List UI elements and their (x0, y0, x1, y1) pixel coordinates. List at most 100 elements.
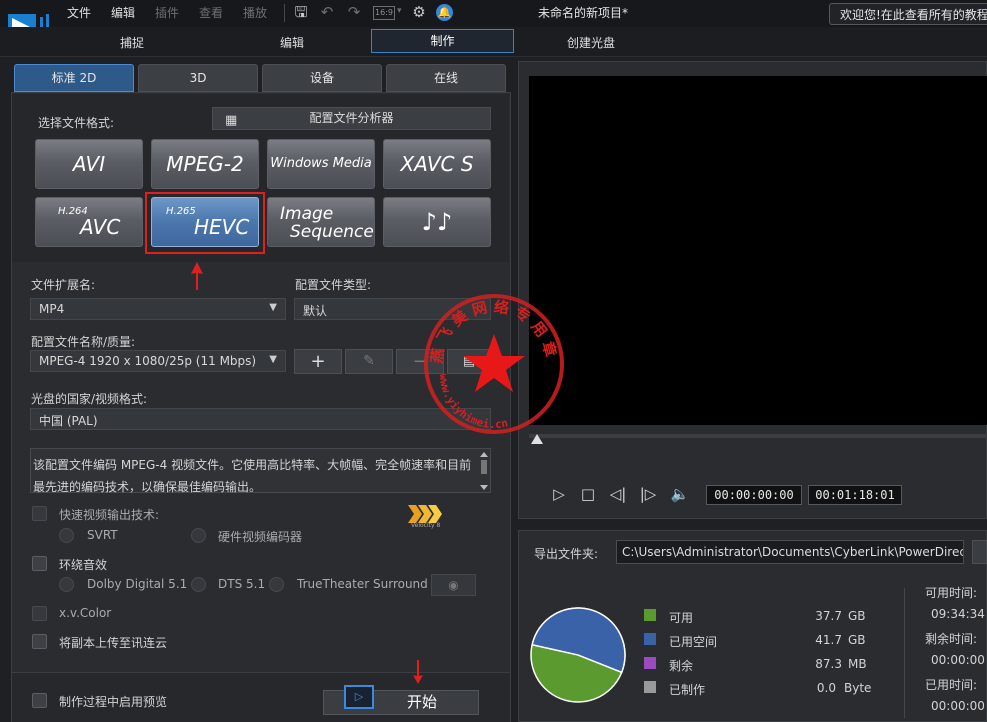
menu-play[interactable]: 播放 (243, 4, 267, 21)
fast-render-checkbox[interactable] (32, 506, 47, 521)
format-avi-label: AVI (72, 152, 106, 176)
legend-swatch-available (644, 609, 656, 621)
next-frame-icon[interactable]: |▷ (638, 484, 658, 504)
menu-edit[interactable]: 编辑 (111, 4, 135, 21)
region-format-value: 中国 (PAL) (39, 414, 98, 428)
legend-swatch-produced (644, 681, 656, 693)
project-title: 未命名的新项目* (538, 6, 629, 20)
add-profile-button[interactable]: + (294, 349, 342, 374)
preview-window (529, 76, 987, 425)
tab-standard-2d[interactable]: 标准 2D (14, 64, 134, 92)
format-avi-button[interactable]: AVI (35, 139, 143, 189)
extension-label: 文件扩展名: (31, 278, 96, 292)
tab-3d[interactable]: 3D (138, 64, 258, 92)
velocity-label: Velocity 8 (411, 522, 441, 529)
edit-profile-pencil-icon[interactable]: ✎ (345, 349, 393, 374)
menu-view[interactable]: 查看 (199, 4, 223, 21)
format-avc-button[interactable]: H.264 AVC (35, 197, 143, 247)
region-label: 光盘的国家/视频格式: (31, 392, 148, 406)
dolby-label: Dolby Digital 5.1 (87, 577, 188, 591)
time-remaining-label: 剩余时间: (925, 632, 978, 646)
surround-label: 环绕音效 (59, 558, 108, 572)
chevron-down-icon: ▼ (269, 302, 277, 313)
svg-text:www.yiyhimei.cn: www.yiyhimei.cn (437, 373, 509, 431)
profile-type-value: 默认 (303, 304, 328, 318)
menu-plugins[interactable]: 插件 (155, 4, 179, 21)
format-mpeg2-label: MPEG-2 (166, 152, 244, 176)
hw-encoder-label: 硬件视频编码器 (218, 530, 303, 544)
undo-icon[interactable]: ↶ (318, 3, 336, 21)
playback-scrubber[interactable] (529, 434, 987, 438)
upload-cloud-label: 将副本上传至讯连云 (59, 636, 168, 650)
truetheater-radio[interactable] (269, 577, 284, 592)
format-image-label: Image (280, 204, 334, 224)
format-windows-media-button[interactable]: Windows Media (267, 139, 375, 189)
browse-folder-button[interactable] (972, 540, 987, 564)
aspect-dropdown-chevron-icon[interactable]: ▾ (397, 6, 402, 16)
redo-icon[interactable]: ↷ (345, 3, 363, 21)
mode-create-disc[interactable]: 创建光盘 (567, 34, 615, 51)
preview-during-produce-checkbox[interactable] (32, 693, 47, 708)
profile-quality-dropdown[interactable]: MPEG-4 1920 x 1080/25p (11 Mbps) ▼ (30, 350, 286, 372)
play-icon[interactable]: ▷ (549, 484, 569, 504)
notification-bell-icon[interactable]: 🔔 (436, 4, 453, 21)
profile-description: 该配置文件编码 MPEG-4 视频文件。它使用高比特率、大帧幅、完全帧速率和目前… (30, 448, 491, 494)
legend-swatch-used (644, 633, 656, 645)
start-button[interactable]: ▷ 开始 (323, 685, 479, 715)
output-divider (904, 588, 905, 718)
current-timecode: 00:00:00:00 (706, 485, 802, 505)
welcome-banner[interactable]: 欢迎您!在此查看所有的教程 (829, 3, 987, 25)
seal-bottom-text: www.yiyhimei.cn (437, 373, 509, 431)
format-xavcs-button[interactable]: XAVC S (383, 139, 491, 189)
produce-clapper-icon: ▷ (344, 685, 374, 709)
profile-analyzer-label: 配置文件分析器 (309, 111, 394, 125)
legend-used-unit: GB (848, 633, 866, 647)
menu-file[interactable]: 文件 (67, 4, 91, 21)
save-icon[interactable]: 🖫 (292, 3, 310, 21)
description-scrollbar[interactable] (480, 452, 488, 490)
legend-available-label: 可用 (669, 611, 694, 625)
aspect-ratio-icon[interactable]: 16:9 (373, 6, 395, 20)
legend-remaining-value: 87.3 (815, 657, 842, 671)
format-audio-button[interactable]: ♪♪ (383, 197, 491, 247)
svrt-radio[interactable] (59, 528, 74, 543)
format-avc-label: AVC (80, 215, 121, 239)
time-used-label: 已用时间: (925, 678, 978, 692)
mode-capture[interactable]: 捕捉 (120, 34, 144, 51)
tab-online[interactable]: 在线 (386, 64, 506, 92)
surround-checkbox[interactable] (32, 556, 47, 571)
extension-dropdown[interactable]: MP4 ▼ (30, 298, 286, 320)
dts-radio[interactable] (191, 577, 206, 592)
mode-edit[interactable]: 编辑 (280, 34, 304, 51)
legend-used-value: 41.7 (815, 633, 842, 647)
fast-render-label: 快速视频输出技术: (59, 508, 160, 522)
tab-device[interactable]: 设备 (262, 64, 382, 92)
legend-available-unit: GB (848, 609, 866, 623)
legend-remaining-label: 剩余 (669, 659, 694, 673)
profile-description-text: 该配置文件编码 MPEG-4 视频文件。它使用高比特率、大帧幅、完全帧速率和目前… (33, 458, 472, 494)
stop-icon[interactable]: □ (578, 484, 598, 504)
upload-cloud-checkbox[interactable] (32, 634, 47, 649)
truetheater-settings-icon[interactable]: ◉ (431, 574, 476, 596)
xvcolor-checkbox[interactable] (32, 606, 47, 621)
music-notes-icon: ♪♪ (421, 208, 453, 236)
previous-frame-icon[interactable]: ◁| (608, 484, 628, 504)
format-wmv-label: Windows Media (270, 156, 372, 171)
hw-encoder-radio[interactable] (191, 528, 206, 543)
velocity-logo: Velocity 8 (402, 505, 448, 531)
settings-gear-icon[interactable]: ⚙ (410, 3, 428, 21)
dts-label: DTS 5.1 (218, 577, 266, 591)
legend-used-label: 已用空间 (669, 635, 718, 649)
output-folder-path[interactable]: C:\Users\Administrator\Documents\CyberLi… (616, 540, 964, 564)
legend-produced-value: 0.0 (816, 681, 836, 695)
volume-icon[interactable]: 🔈 (670, 484, 690, 504)
profile-quality-value: MPEG-4 1920 x 1080/25p (11 Mbps) (39, 354, 257, 368)
format-mpeg2-button[interactable]: MPEG-2 (151, 139, 259, 189)
total-timecode: 00:01:18:01 (808, 485, 902, 505)
legend-produced-label: 已制作 (669, 683, 706, 697)
format-image-sequence-button[interactable]: Image Sequence (267, 197, 375, 247)
dolby-radio[interactable] (59, 577, 74, 592)
profile-analyzer-button[interactable]: ▦ 配置文件分析器 (212, 107, 491, 130)
velocity-chevron-icon (408, 505, 442, 523)
mode-produce[interactable]: 制作 (371, 29, 514, 53)
